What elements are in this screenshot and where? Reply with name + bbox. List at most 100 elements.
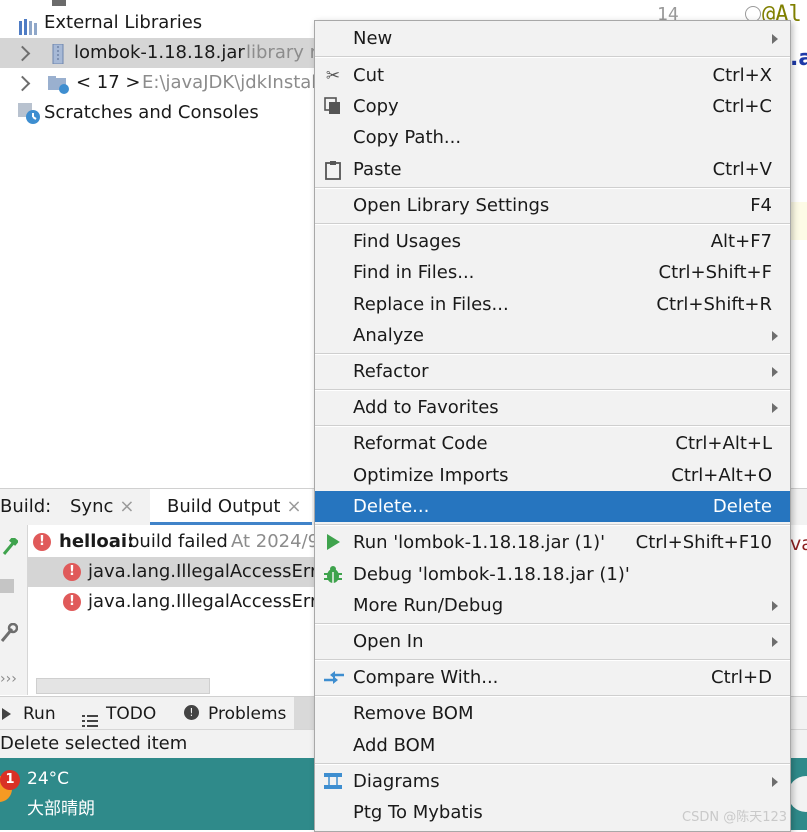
menu-item-find-usages[interactable]: Find Usages Alt+F7: [315, 226, 790, 257]
submenu-arrow-icon: [772, 637, 778, 647]
menu-label: Compare With...: [353, 667, 499, 688]
menu-label: Ptg To Mybatis: [353, 802, 483, 823]
menu-label: Add BOM: [353, 735, 436, 756]
more-icon[interactable]: ›››: [0, 671, 17, 687]
menu-shortcut: Alt+F7: [710, 231, 772, 252]
jar-icon: [52, 43, 64, 65]
menu-item-copy[interactable]: Copy Ctrl+C: [315, 91, 790, 122]
menu-shortcut: Delete: [712, 496, 772, 517]
menu-item-open-library-settings[interactable]: Open Library Settings F4: [315, 190, 790, 221]
menu-label: Copy: [353, 96, 399, 117]
submenu-arrow-icon: [772, 777, 778, 787]
menu-item-more-run-debug[interactable]: More Run/Debug: [315, 590, 790, 621]
tab-build-output[interactable]: Build Output ×: [150, 489, 312, 525]
submenu-arrow-icon: [772, 331, 778, 341]
context-menu: New ✂ Cut Ctrl+X Copy Ctrl+C Copy Path..…: [314, 20, 791, 832]
submenu-arrow-icon: [772, 367, 778, 377]
menu-shortcut: Ctrl+Alt+L: [675, 433, 772, 454]
menu-item-add-bom[interactable]: Add BOM: [315, 730, 790, 761]
horizontal-scrollbar[interactable]: [36, 678, 210, 694]
submenu-arrow-icon: [772, 403, 778, 413]
tab-label: Problems: [208, 704, 287, 724]
code-fragment: .a: [790, 46, 807, 71]
build-time: At 2024/9: [231, 531, 320, 552]
tab-label: Sync: [70, 496, 114, 517]
menu-label: Find in Files...: [353, 262, 475, 283]
scissors-icon: ✂: [325, 66, 341, 86]
wrench-icon[interactable]: [0, 622, 19, 648]
menu-item-open-in[interactable]: Open In: [315, 626, 790, 657]
tab-label: TODO: [106, 704, 157, 724]
menu-item-replace-in-files[interactable]: Replace in Files... Ctrl+Shift+R: [315, 289, 790, 320]
build-project: helloai:: [59, 531, 135, 552]
menu-label: More Run/Debug: [353, 595, 504, 616]
tree-label-suffix: library r: [246, 42, 318, 63]
menu-item-diagrams[interactable]: Diagrams: [315, 766, 790, 797]
menu-item-debug[interactable]: Debug 'lombok-1.18.18.jar (1)': [315, 559, 790, 590]
menu-shortcut: Ctrl+Shift+F: [658, 262, 772, 283]
folder-icon: [52, 0, 66, 6]
menu-item-reformat-code[interactable]: Reformat Code Ctrl+Alt+L: [315, 428, 790, 459]
watermark: CSDN @陈天123: [682, 810, 788, 825]
menu-shortcut: Ctrl+D: [711, 667, 772, 688]
build-row-error[interactable]: ! java.lang.IllegalAccessErro: [28, 587, 328, 617]
build-row-failed[interactable]: ! helloai: build failed At 2024/9: [28, 527, 320, 557]
tab-sync[interactable]: Sync ×: [70, 489, 134, 525]
menu-item-paste[interactable]: Paste Ctrl+V: [315, 154, 790, 185]
compare-icon: [323, 668, 344, 688]
menu-label: Open Library Settings: [353, 195, 550, 216]
tree-label: External Libraries: [44, 12, 203, 33]
stop-icon[interactable]: [0, 579, 14, 593]
hammer-icon[interactable]: [2, 536, 19, 561]
menu-label: Open In: [353, 631, 424, 652]
jdk-folder-icon: [48, 74, 70, 94]
build-toolbar: ›››: [0, 525, 28, 695]
menu-item-compare-with[interactable]: Compare With... Ctrl+D: [315, 662, 790, 693]
menu-item-analyze[interactable]: Analyze: [315, 320, 790, 351]
menu-label: Diagrams: [353, 771, 440, 792]
console-fragment: va: [790, 533, 807, 555]
menu-item-refactor[interactable]: Refactor: [315, 356, 790, 387]
tree-label: Scratches and Consoles: [44, 102, 259, 123]
error-message: java.lang.IllegalAccessErro: [88, 561, 328, 582]
menu-item-find-in-files[interactable]: Find in Files... Ctrl+Shift+F: [315, 257, 790, 288]
tree-item-lombok-jar[interactable]: lombok-1.18.18.jar library r: [0, 38, 330, 68]
scratches-icon: [18, 103, 42, 125]
chevron-right-icon[interactable]: [14, 45, 31, 62]
tree-label: < 17 >: [76, 72, 141, 93]
menu-item-optimize-imports[interactable]: Optimize Imports Ctrl+Alt+O: [315, 460, 790, 491]
menu-item-remove-bom[interactable]: Remove BOM: [315, 698, 790, 729]
menu-shortcut: F4: [750, 195, 772, 216]
menu-label: Remove BOM: [353, 703, 474, 724]
run-icon: [323, 533, 343, 553]
menu-label: Paste: [353, 159, 402, 180]
menu-label: Run 'lombok-1.18.18.jar (1)': [353, 532, 606, 553]
menu-item-run[interactable]: Run 'lombok-1.18.18.jar (1)' Ctrl+Shift+…: [315, 527, 790, 558]
menu-item-copy-path[interactable]: Copy Path...: [315, 122, 790, 153]
close-icon[interactable]: ×: [119, 496, 134, 517]
close-icon[interactable]: ×: [286, 496, 301, 517]
menu-item-new[interactable]: New: [315, 23, 790, 54]
menu-item-cut[interactable]: ✂ Cut Ctrl+X: [315, 60, 790, 91]
menu-label: Delete...: [353, 496, 430, 517]
tree-label: lombok-1.18.18.jar: [74, 42, 245, 63]
tab-label: Build Output: [167, 496, 281, 517]
status-text: Delete selected item: [0, 733, 188, 754]
build-status: build failed: [128, 531, 228, 552]
menu-label: Analyze: [353, 325, 424, 346]
menu-label: Find Usages: [353, 231, 462, 252]
menu-label: Reformat Code: [353, 433, 488, 454]
notification-badge: 1: [0, 770, 20, 790]
weather-description[interactable]: 大部晴朗: [27, 794, 95, 819]
debug-icon: [323, 565, 343, 585]
tree-label-path: E:\javaJDK\jdkInstall: [142, 72, 322, 93]
weather-temperature[interactable]: 24°C: [27, 769, 69, 789]
chevron-right-icon[interactable]: [14, 75, 31, 92]
build-row-error[interactable]: ! java.lang.IllegalAccessErro: [28, 557, 328, 587]
library-icon: [19, 15, 39, 35]
error-message: java.lang.IllegalAccessErro: [88, 591, 328, 612]
menu-label: Cut: [353, 65, 385, 86]
tab-overflow[interactable]: [294, 697, 314, 729]
menu-item-delete[interactable]: Delete... Delete: [315, 491, 790, 522]
menu-item-add-to-favorites[interactable]: Add to Favorites: [315, 392, 790, 423]
